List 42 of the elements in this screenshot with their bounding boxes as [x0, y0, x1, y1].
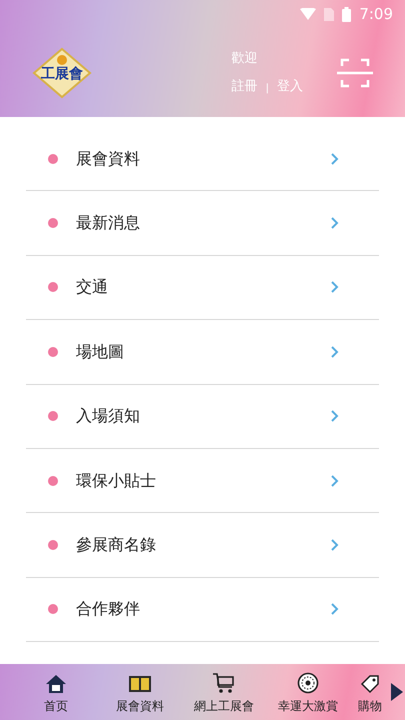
- bullet-icon: [48, 540, 58, 550]
- status-time: 7:09: [359, 4, 393, 25]
- menu-item[interactable]: 參展商名錄: [26, 513, 379, 578]
- chevron-right-icon: [331, 152, 339, 165]
- menu-item[interactable]: 合作夥伴: [26, 578, 379, 642]
- bullet-icon: [48, 154, 58, 164]
- chevron-right-icon: [331, 603, 339, 616]
- menu-item[interactable]: 交通: [26, 256, 379, 320]
- welcome-text: 歡迎: [232, 50, 259, 68]
- bullet-icon: [48, 282, 58, 292]
- scroll-right-icon[interactable]: [391, 683, 403, 701]
- tag-icon: [360, 674, 380, 694]
- menu-item[interactable]: 場地圖: [26, 320, 379, 385]
- menu-item[interactable]: 入場須知: [26, 384, 379, 449]
- no-sim-icon: [324, 8, 334, 20]
- bullet-icon: [48, 411, 58, 422]
- nav-tab[interactable]: 展會資料: [98, 664, 182, 720]
- bullet-icon: [48, 346, 58, 357]
- nav-tab[interactable]: 首页: [14, 664, 98, 720]
- menu-item[interactable]: 環保小貼士: [26, 448, 379, 514]
- nav-tab[interactable]: 幸運大激賞: [266, 664, 350, 720]
- nav-tab[interactable]: 購物: [350, 664, 390, 720]
- chevron-right-icon: [331, 474, 339, 487]
- bullet-icon: [48, 218, 58, 228]
- chevron-right-icon: [331, 217, 339, 230]
- chevron-right-icon: [331, 281, 339, 294]
- battery-icon: [342, 6, 352, 22]
- wheel-icon: [297, 672, 319, 694]
- bullet-icon: [48, 476, 58, 486]
- chevron-right-icon: [331, 346, 339, 358]
- cart-icon: [212, 672, 236, 694]
- home-icon: [45, 674, 67, 694]
- menu-item[interactable]: 展會資料: [26, 127, 379, 192]
- bullet-icon: [48, 604, 58, 614]
- separator-text: |: [266, 82, 269, 96]
- logo: 工展會: [30, 46, 94, 98]
- chevron-right-icon: [331, 539, 339, 552]
- chevron-right-icon: [331, 410, 339, 422]
- wifi-icon: [300, 8, 316, 20]
- nav-tab[interactable]: 網上工展會: [182, 664, 266, 720]
- book-icon: [128, 674, 152, 694]
- menu-item[interactable]: 最新消息: [26, 191, 379, 256]
